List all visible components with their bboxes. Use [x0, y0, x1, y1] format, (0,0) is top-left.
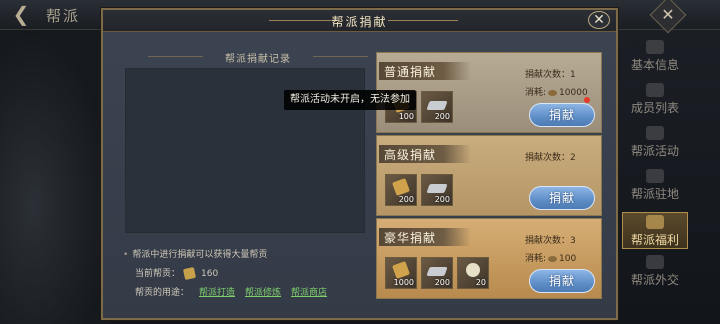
reward-item[interactable]: 20	[457, 257, 489, 289]
donation-tip: • 帮派中进行捐献可以获得大量帮贡	[123, 247, 267, 260]
tip-text: 帮派中进行捐献可以获得大量帮贡	[132, 250, 268, 260]
back-arrow-icon[interactable]: ❮	[2, 0, 40, 28]
contribution-value: 160	[201, 269, 219, 279]
count-label: 捐献次数：	[525, 153, 571, 163]
item-qty: 200	[398, 195, 414, 204]
item-qty: 1000	[393, 278, 414, 287]
link-guild-cultivation[interactable]: 帮派修炼	[245, 288, 281, 298]
tab-label: 帮派福利	[630, 233, 679, 247]
welfare-icon	[646, 215, 664, 229]
item-qty: 200	[434, 195, 450, 204]
station-icon	[646, 169, 664, 183]
diplomacy-icon	[646, 255, 664, 269]
usage-label: 帮贡的用途：	[135, 288, 190, 298]
tab-label: 帮派活动	[630, 144, 679, 158]
gold-token-icon	[392, 178, 410, 196]
donation-card-luxury: 豪华捐献 捐献次数：3 消耗: 100 1000 200 20 捐献	[376, 218, 602, 299]
donate-button-luxury[interactable]: 捐献	[529, 269, 595, 293]
tab-label: 帮派驻地	[630, 187, 679, 201]
cost-value: 100	[559, 254, 577, 264]
donate-button-normal[interactable]: 捐献	[529, 103, 595, 127]
page-title: 帮派	[46, 7, 81, 25]
card-title: 普通捐献	[384, 65, 437, 79]
tab-basic-info[interactable]: 基本信息	[622, 40, 688, 77]
link-guild-crafting[interactable]: 帮派打造	[199, 288, 235, 298]
donation-card-advanced: 高级捐献 捐献次数：2 200 200 捐献	[376, 135, 602, 216]
count-label: 捐献次数：	[525, 236, 571, 246]
tab-guild-diplomacy[interactable]: 帮派外交	[622, 255, 688, 292]
card-title: 高级捐献	[384, 148, 437, 162]
bullet-icon: •	[123, 250, 129, 260]
cost-label: 消耗:	[525, 254, 547, 264]
link-guild-shop[interactable]: 帮派商店	[291, 288, 327, 298]
donation-cost: 消耗: 100	[525, 251, 576, 264]
reward-item[interactable]: 200	[421, 174, 453, 206]
dialog-title: 帮派捐献	[331, 15, 388, 29]
card-title: 豪华捐献	[384, 231, 437, 245]
close-icon: ✕	[661, 5, 675, 24]
donation-dialog: 帮派捐献 ✕ 帮派捐献记录 • 帮派中进行捐献可以获得大量帮贡 当前帮贡： 160 …	[101, 8, 618, 320]
close-icon: ✕	[588, 11, 610, 29]
activity-icon	[646, 126, 664, 140]
dialog-close-button[interactable]: ✕	[584, 10, 614, 30]
cost-value: 10000	[559, 88, 588, 98]
contribution-icon	[182, 266, 197, 281]
silver-ingot-icon	[426, 101, 448, 110]
tab-label: 基本信息	[630, 58, 679, 72]
reward-item[interactable]: 1000	[385, 257, 417, 289]
coin-icon	[548, 255, 558, 262]
current-contribution: 当前帮贡： 160	[135, 266, 219, 281]
gold-token-icon	[392, 261, 410, 279]
tab-label: 成员列表	[630, 101, 679, 115]
coin-icon	[548, 89, 558, 96]
activity-tooltip: 帮派活动未开启，无法参加	[284, 90, 416, 110]
count-value: 3	[570, 236, 576, 246]
tab-guild-station[interactable]: 帮派驻地	[622, 169, 688, 206]
tab-guild-activity[interactable]: 帮派活动	[622, 126, 688, 163]
cost-label: 消耗:	[525, 88, 547, 98]
reward-item[interactable]: 200	[421, 91, 453, 123]
basic-info-icon	[646, 40, 664, 54]
title-ornament	[388, 20, 458, 21]
reward-item[interactable]: 200	[421, 257, 453, 289]
notification-dot	[584, 97, 590, 103]
contribution-label: 当前帮贡：	[135, 269, 181, 279]
count-label: 捐献次数：	[525, 70, 571, 80]
donation-count: 捐献次数：1	[525, 67, 576, 80]
donate-button-advanced[interactable]: 捐献	[529, 186, 595, 210]
item-qty: 20	[475, 278, 486, 287]
donation-count: 捐献次数：3	[525, 233, 576, 246]
record-title: 帮派捐献记录	[143, 50, 373, 65]
contribution-usage: 帮贡的用途： 帮派打造 帮派修炼 帮派商店	[135, 285, 327, 298]
side-tab-list: 基本信息 成员列表 帮派活动 帮派驻地 帮派福利 帮派外交	[622, 38, 688, 298]
tab-member-list[interactable]: 成员列表	[622, 83, 688, 120]
tab-guild-welfare[interactable]: 帮派福利	[622, 212, 688, 249]
donation-cost: 消耗: 10000	[525, 85, 588, 98]
item-qty: 100	[398, 112, 414, 121]
jade-icon	[466, 263, 480, 277]
dialog-header: 帮派捐献 ✕	[103, 10, 616, 32]
item-qty: 200	[434, 278, 450, 287]
tab-label: 帮派外交	[630, 273, 679, 287]
background-scene	[0, 30, 110, 324]
donation-count: 捐献次数：2	[525, 150, 576, 163]
item-qty: 200	[434, 112, 450, 121]
silver-ingot-icon	[426, 267, 448, 276]
silver-ingot-icon	[426, 184, 448, 193]
count-value: 1	[570, 70, 576, 80]
count-value: 2	[570, 153, 576, 163]
reward-item[interactable]: 200	[385, 174, 417, 206]
members-icon	[646, 83, 664, 97]
